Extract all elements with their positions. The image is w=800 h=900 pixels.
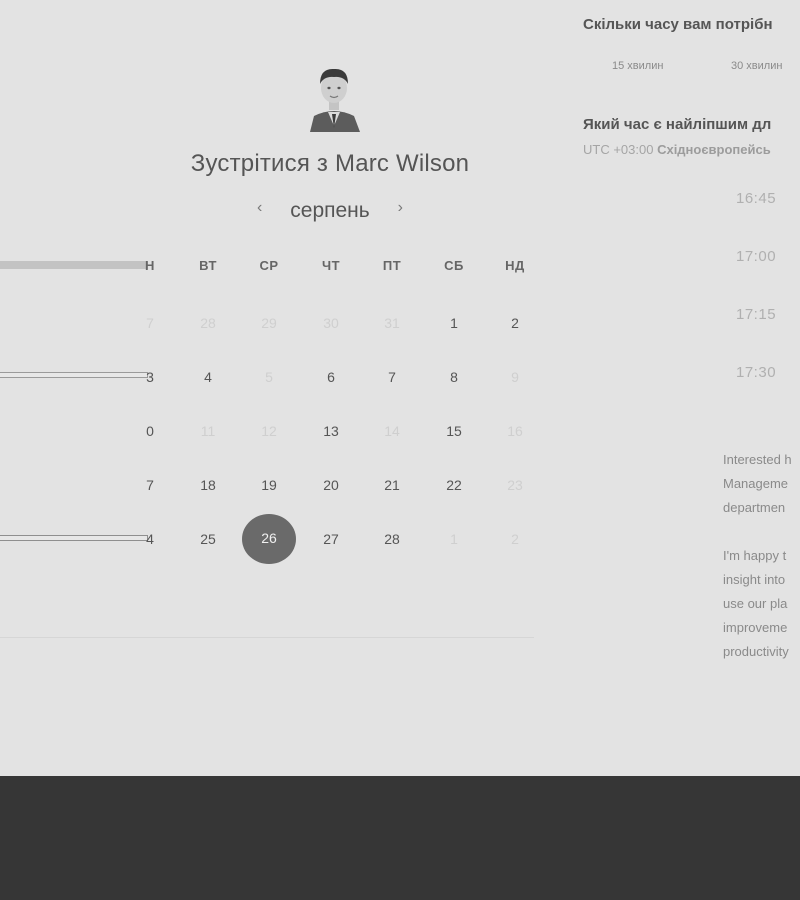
calendar-day-unavailable: 30 (323, 315, 339, 331)
calendar-day[interactable]: 28 (372, 528, 412, 550)
description-line: use our pla (723, 596, 788, 611)
duration-question: Скільки часу вам потрібн (583, 16, 773, 33)
timezone-name: Східноєвропейсь (657, 142, 771, 157)
scheduler-page: Зустрітися з Marc Wilson ‹ серпень › Н ВТ… (0, 0, 800, 776)
timezone-label[interactable]: UTC +03:00 Східноєвропейсь (583, 142, 771, 157)
weekday-header: ПТ (382, 258, 402, 273)
calendar-day-unavailable: 7 (146, 315, 154, 331)
time-slot[interactable]: 17:00 (736, 248, 776, 265)
calendar-day[interactable]: 21 (372, 474, 412, 496)
calendar-day[interactable]: 15 (434, 420, 474, 442)
calendar-day-unavailable: 9 (511, 369, 519, 385)
time-slot[interactable]: 17:15 (736, 306, 776, 323)
calendar-day-unavailable: 11 (200, 423, 216, 439)
progress-bar (0, 261, 148, 269)
calendar-day[interactable]: 20 (311, 474, 351, 496)
calendar-day[interactable]: 4 (188, 366, 228, 388)
footer (0, 776, 800, 900)
calendar-day[interactable]: 7 (130, 474, 170, 496)
calendar-day[interactable]: 22 (434, 474, 474, 496)
calendar-day-unavailable: 16 (507, 423, 523, 439)
weekday-header: НД (505, 258, 525, 273)
time-slot[interactable]: 16:45 (736, 190, 776, 207)
calendar-day[interactable]: 18 (188, 474, 228, 496)
divider (0, 637, 534, 638)
calendar-day-unavailable: 28 (200, 315, 216, 331)
calendar-day-unavailable: 14 (384, 423, 400, 439)
meeting-title: Зустрітися з Marc Wilson (190, 150, 470, 177)
calendar-day[interactable]: 6 (311, 366, 351, 388)
weekday-header: ЧТ (321, 258, 341, 273)
input-bar (0, 535, 148, 541)
timezone-offset: UTC +03:00 (583, 142, 658, 157)
calendar-day-unavailable: 29 (261, 315, 277, 331)
calendar-day-unavailable: 2 (511, 531, 519, 547)
calendar-day[interactable]: 19 (249, 474, 289, 496)
description-line: Manageme (723, 476, 789, 491)
description-line: improveme (723, 620, 788, 635)
calendar-day-unavailable: 5 (265, 369, 273, 385)
calendar-day[interactable]: 4 (130, 528, 170, 550)
duration-option-15[interactable]: 15 хвилин (612, 60, 663, 72)
time-question: Який час є найліпшим дл (583, 116, 772, 133)
calendar-day-selected[interactable]: 26 (242, 514, 296, 564)
description-line: productivity (723, 644, 789, 659)
weekday-header: СР (259, 258, 279, 273)
calendar-day-unavailable: 23 (507, 477, 523, 493)
calendar-day-unavailable: 1 (450, 531, 458, 547)
calendar-day[interactable]: 1 (434, 312, 474, 334)
calendar-day[interactable]: 7 (372, 366, 412, 388)
calendar-day[interactable]: 3 (130, 366, 170, 388)
calendar-day-unavailable: 31 (384, 315, 400, 331)
month-navigator: ‹ серпень › (240, 197, 420, 227)
calendar-day[interactable]: 0 (130, 420, 170, 442)
time-slot[interactable]: 17:30 (736, 364, 776, 381)
calendar-day[interactable]: 2 (495, 312, 535, 334)
calendar-day-unavailable: 12 (261, 423, 277, 439)
description-line: departmen (723, 500, 786, 515)
calendar-day[interactable]: 27 (311, 528, 351, 550)
weekday-header: СБ (444, 258, 464, 273)
month-label: серпень (290, 199, 370, 222)
description-line: I'm happy t (723, 548, 787, 563)
input-bar (0, 372, 148, 378)
weekday-header: ВТ (199, 258, 217, 273)
host-avatar (306, 66, 362, 132)
chevron-right-icon[interactable]: › (398, 199, 403, 217)
description-line: Interested h (723, 452, 792, 467)
calendar-day[interactable]: 25 (188, 528, 228, 550)
calendar-day[interactable]: 13 (311, 420, 351, 442)
weekday-header: Н (145, 258, 155, 273)
chevron-left-icon[interactable]: ‹ (257, 199, 262, 217)
duration-option-30[interactable]: 30 хвилин (731, 60, 782, 72)
calendar-day[interactable]: 8 (434, 366, 474, 388)
description-line: insight into (723, 572, 786, 587)
